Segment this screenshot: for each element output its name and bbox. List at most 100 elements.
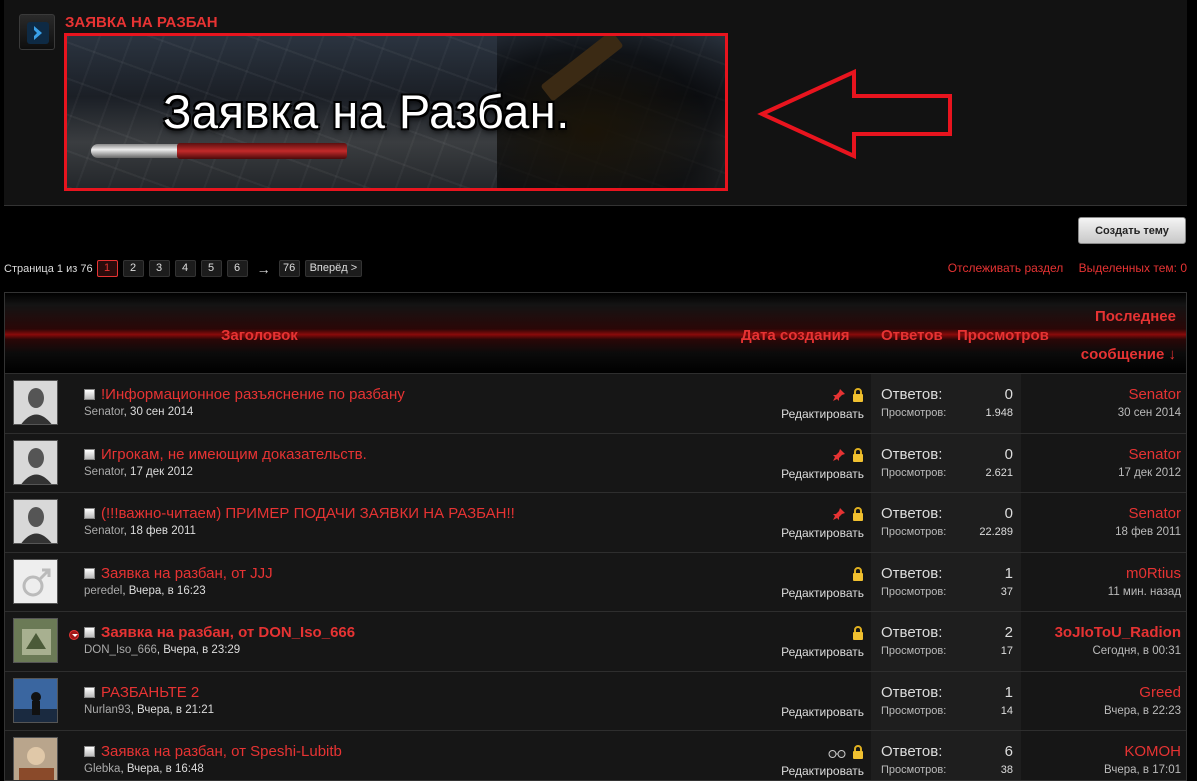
avatar-image	[14, 738, 57, 780]
thread-date: , Вчера, в 16:48	[120, 763, 204, 775]
thread-author[interactable]: Senator	[84, 466, 124, 478]
lock-icon	[852, 447, 864, 466]
bullet-case-icon	[177, 143, 347, 159]
forum-header: ЗАЯВКА НА РАЗБАН Заявка на Разбан.	[4, 0, 1187, 206]
thread-title[interactable]: (!!!важно-читаем) ПРИМЕР ПОДАЧИ ЗАЯВКИ Н…	[101, 505, 515, 522]
last-post-user[interactable]: Senator	[1128, 446, 1181, 463]
pin-icon	[832, 506, 846, 525]
thread-author[interactable]: Senator	[84, 525, 124, 537]
last-post-date[interactable]: Сегодня, в 00:31	[1092, 645, 1181, 657]
thread-title[interactable]: Заявка на разбан, от DON_Iso_666	[101, 624, 355, 641]
avatar[interactable]	[13, 618, 58, 663]
page-last-button[interactable]: 76	[278, 260, 300, 277]
column-views[interactable]: Просмотров	[957, 327, 1049, 344]
column-title[interactable]: Заголовок	[221, 327, 298, 344]
chevron-right-icon	[27, 22, 49, 44]
views-label: Просмотров:	[881, 704, 947, 717]
replies-label: Ответов:	[881, 564, 943, 582]
page-6-button[interactable]: 6	[226, 260, 248, 277]
last-post-user[interactable]: 3oJIoToU_Radion	[1055, 624, 1181, 641]
last-post-user[interactable]: Senator	[1128, 386, 1181, 403]
thread-stats	[871, 493, 1021, 552]
next-page-button[interactable]: Вперёд >	[304, 260, 363, 277]
thread-title[interactable]: РАЗБАНЬТЕ 2	[101, 684, 199, 701]
thread-row: (!!!важно-читаем) ПРИМЕР ПОДАЧИ ЗАЯВКИ Н…	[5, 492, 1186, 552]
avatar[interactable]	[13, 380, 58, 425]
thread-author[interactable]: Senator	[84, 406, 124, 418]
thread-list: Заголовок Дата создания Ответов Просмотр…	[4, 292, 1187, 781]
views-label: Просмотров:	[881, 764, 947, 776]
avatar-image	[14, 500, 57, 543]
avatar[interactable]	[13, 499, 58, 544]
thread-author[interactable]: DON_Iso_666	[84, 644, 157, 656]
thread-title[interactable]: Игрокам, не имеющим доказательств.	[101, 446, 367, 463]
edit-thread-link[interactable]: Редактировать	[781, 764, 864, 778]
lock-icon	[852, 387, 864, 406]
page-5-button[interactable]: 5	[200, 260, 222, 277]
selected-threads-link[interactable]: Выделенных тем: 0	[1079, 261, 1187, 275]
avatar[interactable]	[13, 558, 58, 604]
page-1-button[interactable]: 1	[96, 260, 118, 277]
thread-select-checkbox[interactable]	[84, 389, 95, 400]
thread-rows: !Информационное разъяснение по разбану S…	[5, 373, 1186, 780]
thread-select-checkbox[interactable]	[84, 508, 95, 519]
last-post-date[interactable]: Вчера, в 17:01	[1104, 764, 1181, 776]
column-last-post-sort[interactable]: сообщение ↓	[1081, 346, 1176, 363]
thread-author[interactable]: Glebka	[84, 763, 120, 775]
views-count: 38	[1000, 764, 1013, 776]
column-last-post[interactable]: Последнее	[1095, 308, 1176, 325]
glasses-icon	[828, 744, 846, 763]
views-count: 22.289	[979, 526, 1013, 538]
thread-select-checkbox[interactable]	[84, 686, 95, 698]
last-post-date[interactable]: 18 фев 2011	[1115, 526, 1181, 538]
forum-tools: Отслеживать раздел Выделенных тем: 0	[936, 261, 1187, 275]
forum-title[interactable]: ЗАЯВКА НА РАЗБАН	[65, 14, 218, 31]
unread-marker-icon[interactable]	[69, 630, 79, 640]
thread-title[interactable]: Заявка на разбан, от Speshi-Lubitb	[101, 743, 342, 760]
views-label: Просмотров:	[881, 645, 947, 657]
avatar-image	[14, 678, 57, 722]
column-created[interactable]: Дата создания	[741, 327, 850, 344]
edit-thread-link[interactable]: Редактировать	[781, 407, 864, 421]
page-3-button[interactable]: 3	[148, 260, 170, 277]
thread-row: Заявка на разбан, от JJJ peredel, Вчера,…	[5, 551, 1186, 612]
thread-meta: Glebka, Вчера, в 16:48	[84, 763, 204, 775]
last-post-user[interactable]: KOMOH	[1124, 743, 1181, 760]
thread-select-checkbox[interactable]	[84, 627, 95, 638]
page-2-button[interactable]: 2	[122, 260, 144, 277]
edit-thread-link[interactable]: Редактировать	[781, 526, 864, 540]
thread-list-header: Заголовок Дата создания Ответов Просмотр…	[5, 293, 1186, 373]
edit-thread-link[interactable]: Редактировать	[781, 645, 864, 659]
last-post-user[interactable]: Greed	[1139, 684, 1181, 701]
edit-thread-link[interactable]: Редактировать	[781, 705, 864, 719]
last-post-date[interactable]: 30 сен 2014	[1118, 407, 1181, 419]
thread-author[interactable]: Nurlan93	[84, 704, 131, 716]
edit-thread-link[interactable]: Редактировать	[781, 586, 864, 600]
avatar-image	[14, 440, 57, 484]
last-post-user[interactable]: m0Rtius	[1126, 565, 1181, 582]
thread-select-checkbox[interactable]	[84, 448, 95, 460]
views-label: Просмотров:	[881, 466, 947, 479]
thread-select-checkbox[interactable]	[84, 567, 95, 579]
column-replies[interactable]: Ответов	[881, 327, 943, 344]
thread-row: Заявка на разбан, от DON_Iso_666 DON_Iso…	[5, 611, 1186, 671]
replies-label: Ответов:	[881, 445, 943, 463]
thread-status-icons	[832, 447, 864, 466]
thread-row: Заявка на разбан, от Speshi-Lubitb Glebk…	[5, 730, 1186, 780]
watch-forum-link[interactable]: Отслеживать раздел	[948, 261, 1063, 275]
page-4-button[interactable]: 4	[174, 260, 196, 277]
edit-thread-link[interactable]: Редактировать	[781, 467, 864, 481]
avatar[interactable]	[13, 439, 58, 485]
forum-node-icon[interactable]	[19, 14, 55, 50]
thread-select-checkbox[interactable]	[84, 746, 95, 757]
avatar[interactable]	[13, 677, 58, 723]
last-post-date[interactable]: 11 мин. назад	[1108, 586, 1181, 598]
thread-title[interactable]: !Информационное разъяснение по разбану	[101, 386, 405, 403]
last-post-user[interactable]: Senator	[1128, 505, 1181, 522]
thread-author[interactable]: peredel	[84, 585, 122, 597]
last-post-date[interactable]: 17 дек 2012	[1118, 467, 1181, 479]
create-thread-button[interactable]: Создать тему	[1078, 217, 1186, 244]
avatar[interactable]	[13, 737, 58, 780]
last-post-date[interactable]: Вчера, в 22:23	[1104, 705, 1181, 717]
thread-title[interactable]: Заявка на разбан, от JJJ	[101, 565, 273, 582]
